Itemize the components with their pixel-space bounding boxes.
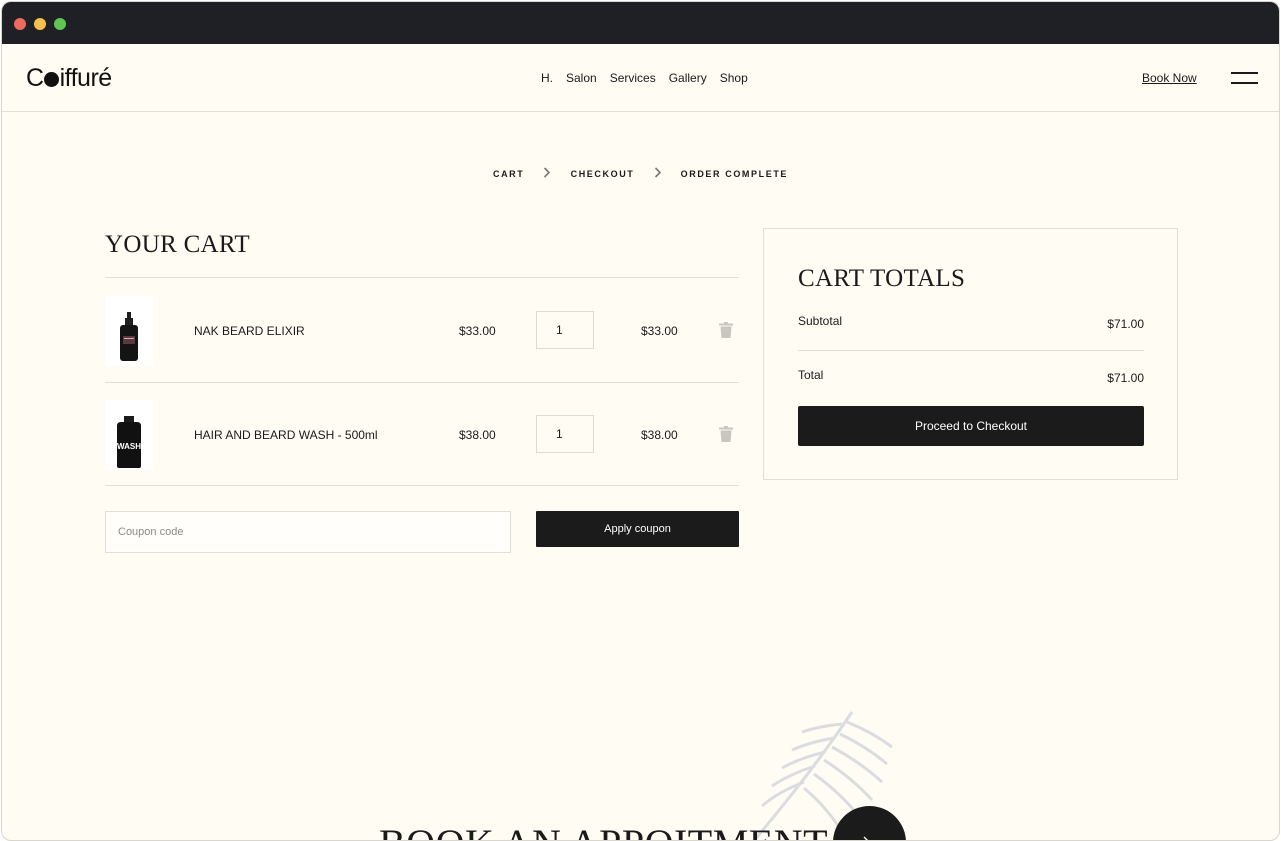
book-appointment-heading: BOOK AN APPOITMENT [379, 820, 828, 840]
product-name[interactable]: HAIR AND BEARD WASH - 500ml [194, 428, 378, 442]
subtotal-label: Subtotal [798, 314, 843, 328]
line-total: $33.00 [641, 324, 678, 338]
line-total: $38.00 [641, 428, 678, 442]
product-image-beard-elixir[interactable] [105, 296, 153, 366]
subtotal-value: $71.00 [1107, 317, 1144, 331]
step-checkout[interactable]: CHECKOUT [571, 169, 635, 179]
step-order-complete[interactable]: ORDER COMPLETE [681, 169, 788, 179]
logo-text-start: C [26, 64, 44, 92]
menu-icon[interactable] [1231, 72, 1258, 84]
main-nav: H. Salon Services Gallery Shop [541, 71, 761, 85]
divider [105, 485, 739, 486]
nav-link-salon[interactable]: Salon [566, 71, 597, 85]
nav-link-home[interactable]: H. [541, 71, 553, 85]
apply-coupon-button[interactable]: Apply coupon [536, 511, 739, 547]
product-price: $33.00 [459, 324, 496, 338]
title-bar [2, 2, 1279, 44]
product-price: $38.00 [459, 428, 496, 442]
nav-link-services[interactable]: Services [610, 71, 656, 85]
cart-totals-title: CART TOTALS [798, 265, 966, 292]
trash-icon[interactable] [719, 322, 733, 338]
book-now-link[interactable]: Book Now [1142, 71, 1197, 85]
cart-title: YOUR CART [105, 231, 250, 258]
proceed-to-checkout-button[interactable]: Proceed to Checkout [798, 406, 1144, 446]
divider [798, 350, 1144, 351]
cart-row: NAK BEARD ELIXIR $33.00 1 $33.00 [105, 278, 739, 381]
site-logo[interactable]: Ciffuré [26, 64, 112, 93]
cart-row: WASH HAIR AND BEARD WASH - 500ml $38.00 … [105, 382, 739, 485]
nav-link-shop[interactable]: Shop [720, 71, 748, 85]
site-header: Ciffuré H. Salon Services Gallery Shop B… [2, 44, 1279, 112]
logo-text-end: iffuré [59, 64, 113, 92]
arrow-icon [863, 836, 877, 840]
quantity-input[interactable]: 1 [536, 415, 594, 453]
chevron-right-icon [543, 166, 551, 181]
total-label: Total [798, 368, 824, 382]
checkout-steps: CART CHECKOUT ORDER COMPLETE [2, 166, 1279, 181]
minimize-window-button[interactable] [34, 18, 46, 30]
product-name[interactable]: NAK BEARD ELIXIR [194, 324, 305, 338]
coupon-code-input[interactable] [105, 511, 511, 553]
chevron-right-icon [654, 166, 662, 181]
product-image-hair-beard-wash[interactable]: WASH [105, 400, 153, 470]
maximize-window-button[interactable] [54, 18, 66, 30]
nav-link-gallery[interactable]: Gallery [669, 71, 707, 85]
total-value: $71.00 [1107, 371, 1144, 385]
trash-icon[interactable] [719, 426, 733, 442]
product-label: WASH [117, 442, 141, 451]
logo-dot [44, 72, 60, 87]
cart-totals-panel: CART TOTALS Subtotal $71.00 Total $71.00… [763, 228, 1178, 480]
browser-window: Ciffuré H. Salon Services Gallery Shop B… [1, 1, 1280, 841]
step-cart[interactable]: CART [493, 169, 524, 179]
quantity-input[interactable]: 1 [536, 311, 594, 349]
close-window-button[interactable] [14, 18, 26, 30]
